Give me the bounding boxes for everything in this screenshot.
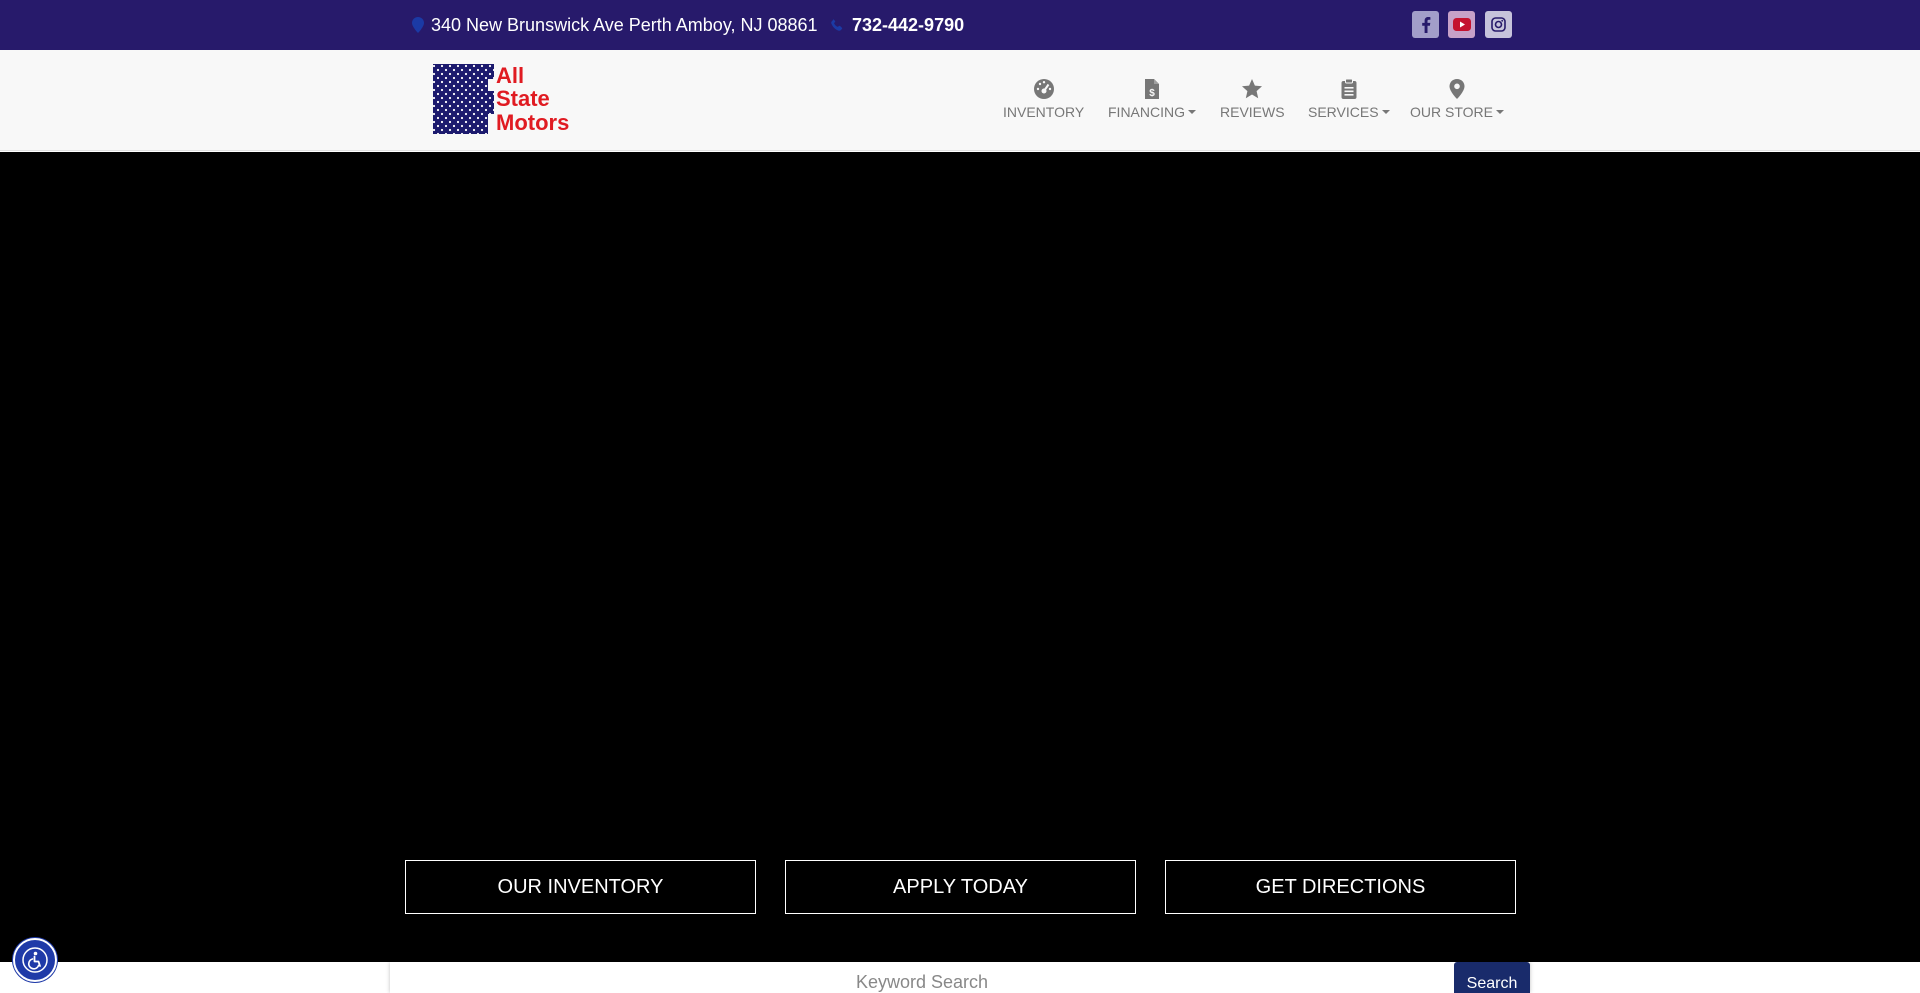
top-bar: 340 New Brunswick Ave Perth Amboy, NJ 08… [0,0,1920,50]
svg-text:State: State [496,86,550,111]
caret-down-icon [1495,110,1504,114]
get-directions-button[interactable]: GET DIRECTIONS [1165,860,1516,914]
address-text: 340 New Brunswick Ave Perth Amboy, NJ 08… [431,14,818,35]
facebook-icon [1421,16,1430,33]
svg-text:All: All [496,64,524,88]
nav-label: INVENTORY [1003,104,1085,120]
nav-label: REVIEWS [1220,104,1285,120]
phone-text: 732-442-9790 [852,14,965,35]
instagram-button[interactable] [1485,11,1512,38]
nav-label: SERVICES [1308,104,1390,120]
nav-inventory[interactable]: INVENTORY [1003,78,1084,128]
caret-down-icon [1381,110,1390,114]
site-logo[interactable]: All State Motors [432,63,594,135]
nav-label: FINANCING [1108,104,1196,120]
svg-text:Motors: Motors [496,110,569,134]
search-button[interactable]: Search [1454,962,1530,993]
accessibility-icon [22,947,48,973]
facebook-button[interactable] [1412,11,1439,38]
youtube-button[interactable] [1448,11,1475,38]
search-input[interactable] [390,962,1454,993]
star-icon [1242,79,1263,99]
logo-image: All State Motors [433,63,569,135]
map-pin-icon [412,17,424,33]
clipboard-icon [1341,78,1357,99]
svg-text:$: $ [1149,88,1155,99]
hero-video [0,152,1920,962]
youtube-icon [1452,18,1471,31]
nav-reviews[interactable]: REVIEWS [1220,78,1285,128]
site-header: All State Motors INVENTORY $ FINANCING R… [0,50,1920,151]
instagram-icon [1491,17,1506,32]
map-pin-icon [1449,79,1465,99]
nav-financing[interactable]: $ FINANCING [1108,78,1196,128]
caret-down-icon [1188,110,1196,114]
apply-today-button[interactable]: APPLY TODAY [785,860,1136,914]
phone-link[interactable]: 732-442-9790 [830,14,964,36]
phone-icon [831,19,843,31]
nav-our-store[interactable]: OUR STORE [1410,78,1504,128]
search-bar: Search [390,962,1530,993]
accessibility-button[interactable] [13,938,57,982]
address[interactable]: 340 New Brunswick Ave Perth Amboy, NJ 08… [412,14,818,36]
our-inventory-button[interactable]: OUR INVENTORY [405,860,756,914]
nav-services[interactable]: SERVICES [1308,78,1390,128]
dollar-document-icon: $ [1145,79,1159,99]
nav-label: OUR STORE [1410,104,1504,120]
dashboard-icon [1033,79,1054,99]
